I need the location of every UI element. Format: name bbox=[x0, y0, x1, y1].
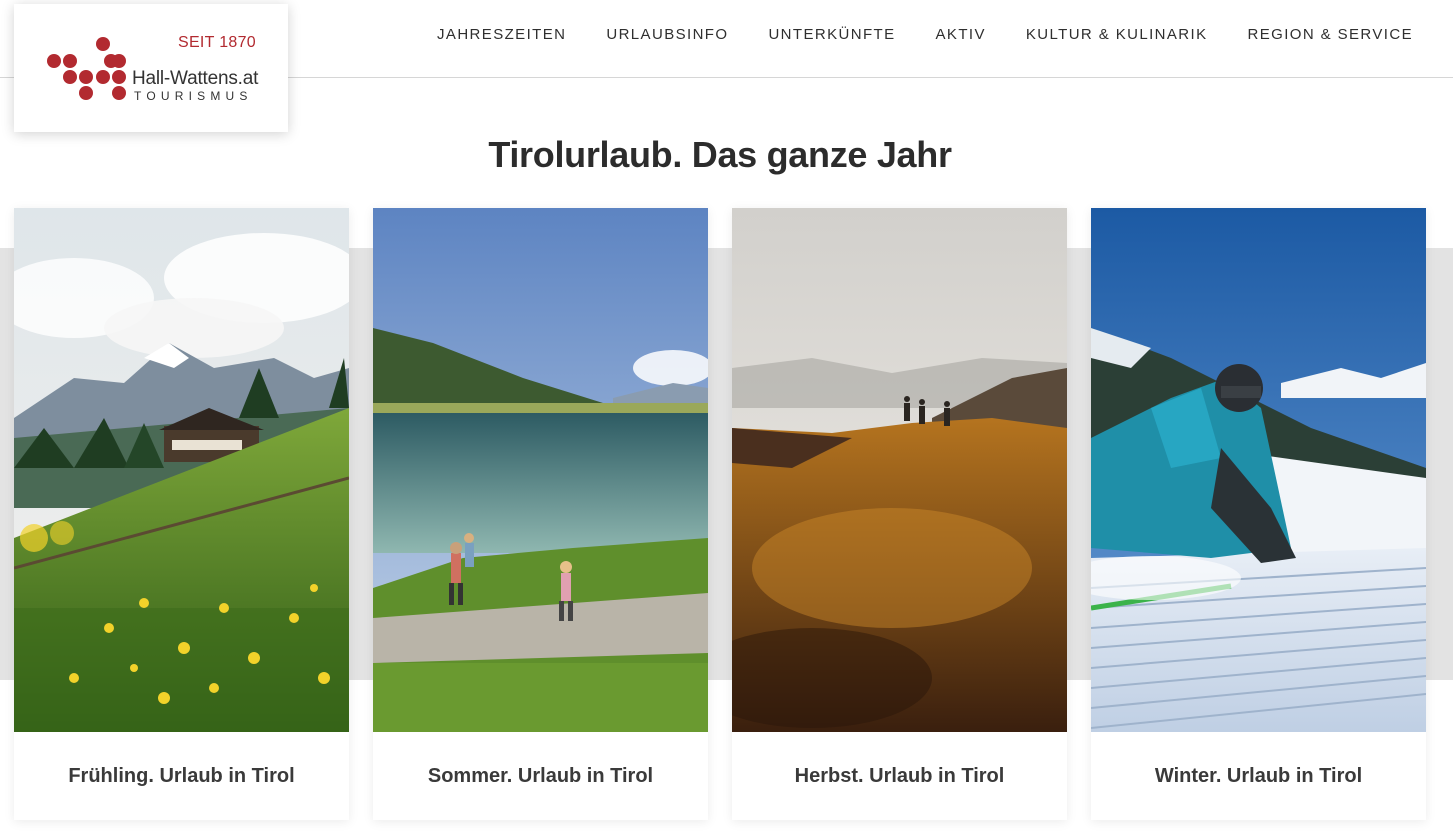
main-nav: JAHRESZEITEN URLAUBSINFO UNTERKÜNFTE AKT… bbox=[397, 26, 1413, 43]
season-card-winter-caption: Winter. Urlaub in Tirol bbox=[1154, 764, 1363, 787]
season-card-summer-caption: Sommer. Urlaub in Tirol bbox=[427, 764, 654, 787]
nav-item-kultur-kulinarik[interactable]: KULTUR & KULINARIK bbox=[1026, 26, 1208, 43]
spring-meadow-photo bbox=[14, 208, 349, 732]
page-title-rest: Das ganze Jahr bbox=[682, 134, 952, 175]
season-card-winter[interactable]: Winter. Urlaub in Tirol bbox=[1091, 208, 1426, 820]
season-card-spring-caption: Frühling. Urlaub in Tirol bbox=[68, 764, 295, 787]
page: JAHRESZEITEN URLAUBSINFO UNTERKÜNFTE AKT… bbox=[0, 0, 1453, 835]
nav-item-urlaubsinfo[interactable]: URLAUBSINFO bbox=[606, 26, 728, 43]
season-card-autumn-caption: Herbst. Urlaub in Tirol bbox=[794, 764, 1005, 787]
autumn-ridge-hikers-photo bbox=[732, 208, 1067, 732]
season-card-autumn[interactable]: Herbst. Urlaub in Tirol bbox=[732, 208, 1067, 820]
logo-name: Hall-Wattens.at bbox=[132, 68, 259, 89]
nav-item-aktiv[interactable]: AKTIV bbox=[936, 26, 986, 43]
page-title: Tirolurlaub. Das ganze Jahr bbox=[0, 134, 1440, 176]
nav-item-region-service[interactable]: REGION & SERVICE bbox=[1248, 26, 1414, 43]
winter-skier-photo bbox=[1091, 208, 1426, 732]
logo-since: SEIT 1870 bbox=[177, 34, 256, 51]
summer-lake-hikers-photo bbox=[373, 208, 708, 732]
page-title-bold: Tirolurlaub. bbox=[488, 134, 683, 175]
nav-item-unterkuenfte[interactable]: UNTERKÜNFTE bbox=[768, 26, 895, 43]
logo-sub: TOURISMUS bbox=[134, 89, 253, 103]
season-card-summer[interactable]: Sommer. Urlaub in Tirol bbox=[373, 208, 708, 820]
season-card-spring[interactable]: Frühling. Urlaub in Tirol bbox=[14, 208, 349, 820]
nav-item-jahreszeiten[interactable]: JAHRESZEITEN bbox=[437, 26, 566, 43]
logo-link[interactable]: SEIT 1870 Hall-Wattens.at TOURISMUS bbox=[14, 4, 288, 132]
